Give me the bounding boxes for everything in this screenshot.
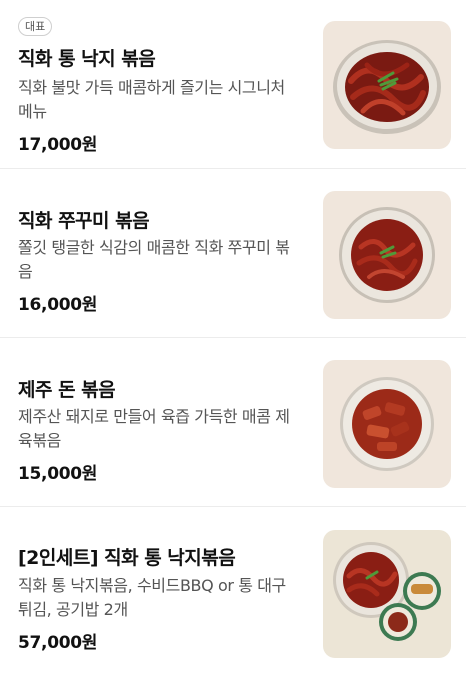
menu-item-price: 15,000원 — [18, 464, 98, 484]
menu-item-description: 직화 불맛 가득 매콤하게 즐기는 시그니처 메뉴 — [18, 78, 285, 121]
octopus-stir-fry-dish-icon[interactable] — [323, 21, 451, 149]
menu-item-name: 직화 통 낙지 볶음 — [18, 48, 156, 70]
menu-item-webfoot-octopus[interactable]: 직화 쭈꾸미 볶음 쫄깃 탱글한 식감의 매콤한 직화 쭈꾸미 볶음 16,00… — [0, 169, 466, 338]
signature-badge: 대표 — [18, 17, 53, 36]
menu-item-description: 쫄깃 탱글한 식감의 매콤한 직화 쭈꾸미 볶음 — [18, 238, 290, 281]
menu-item-name: [2인세트] 직화 통 낙지볶음 — [18, 547, 236, 569]
menu-item-description: 직화 통 낙지볶음, 수비드BBQ or 통 대구 튀김, 공기밥 2개 — [18, 576, 286, 619]
menu-item-price: 16,000원 — [18, 295, 98, 315]
webfoot-octopus-dish-icon[interactable] — [323, 191, 451, 319]
menu-item-description: 제주산 돼지로 만들어 육즙 가득한 매콤 제육볶음 — [18, 407, 290, 450]
menu-item-name: 직화 쭈꾸미 볶음 — [18, 210, 150, 232]
pork-stir-fry-dish-icon[interactable] — [323, 360, 451, 488]
menu-item-octopus[interactable]: 대표 직화 통 낙지 볶음 직화 불맛 가득 매콤하게 즐기는 시그니처 메뉴 … — [0, 0, 466, 169]
menu-item-name: 제주 돈 볶음 — [18, 379, 116, 401]
menu-list: 대표 직화 통 낙지 볶음 직화 불맛 가득 매콤하게 즐기는 시그니처 메뉴 … — [0, 0, 466, 676]
menu-item-jeju-pork[interactable]: 제주 돈 볶음 제주산 돼지로 만들어 육즙 가득한 매콤 제육볶음 15,00… — [0, 338, 466, 507]
set-meal-dishes-icon[interactable] — [323, 530, 451, 658]
menu-item-price: 17,000원 — [18, 135, 98, 155]
menu-item-price: 57,000원 — [18, 633, 98, 653]
menu-item-two-person-set[interactable]: [2인세트] 직화 통 낙지볶음 직화 통 낙지볶음, 수비드BBQ or 통 … — [0, 507, 466, 676]
